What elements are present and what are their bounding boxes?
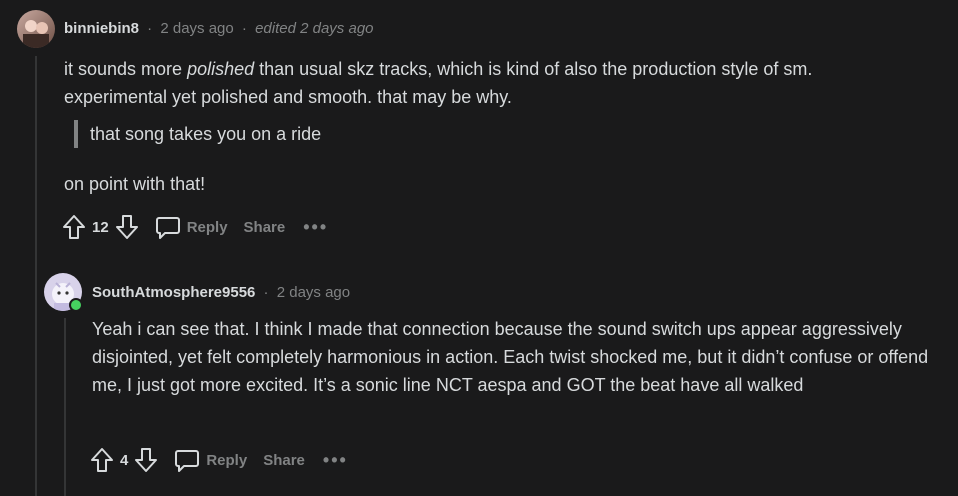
vote-count: 4 [120,451,129,469]
more-options-icon[interactable]: ••• [303,217,328,238]
reply-label: Reply [206,451,248,469]
reply-button[interactable]: Reply [174,447,247,473]
edited-label: edited 2 days ago [255,20,374,37]
vote-group: 12 [62,214,139,240]
thread-line-reply[interactable] [64,318,66,496]
share-button[interactable]: Share [263,452,305,469]
comment-bubble-icon [175,450,200,472]
downvote-icon[interactable] [115,214,139,240]
vote-count: 12 [92,218,109,236]
username[interactable]: binniebin8 [64,20,139,37]
avatar[interactable] [17,10,55,48]
timestamp[interactable]: 2 days ago [277,284,350,301]
online-status-indicator [69,298,83,312]
separator: · [263,284,269,301]
comment-line: it sounds more polished than usual skz t… [64,59,813,79]
username[interactable]: SouthAtmosphere9556 [92,284,255,301]
comment-actions: 12 Reply Share ••• [62,212,328,242]
more-options-icon[interactable]: ••• [323,450,348,471]
share-label: Share [263,451,305,469]
comment-meta: SouthAtmosphere9556 · 2 days ago [92,284,350,301]
share-label: Share [243,218,286,236]
separator: · [241,20,247,37]
upvote-icon[interactable] [90,447,114,473]
share-button[interactable]: Share [244,219,286,236]
reply-label: Reply [186,218,228,236]
vote-group: 4 [90,447,158,473]
comment-actions: 4 Reply Share ••• [90,445,348,475]
separator: · [147,20,153,37]
timestamp[interactable]: 2 days ago [160,20,233,37]
reply-button[interactable]: Reply [155,214,228,240]
blockquote: that song takes you on a ride [74,120,321,148]
upvote-icon[interactable] [62,214,86,240]
comment-body: it sounds more polished than usual skz t… [64,55,944,111]
comment-bubble-icon [155,217,180,239]
comment-body: Yeah i can see that. I think I made that… [92,319,929,395]
comment-meta: binniebin8 · 2 days ago · edited 2 days … [64,20,374,37]
comment-line: experimental yet polished and smooth. th… [64,87,512,107]
downvote-icon[interactable] [134,447,158,473]
comment-line: on point with that! [64,174,206,194]
thread-line-main[interactable] [35,56,37,496]
